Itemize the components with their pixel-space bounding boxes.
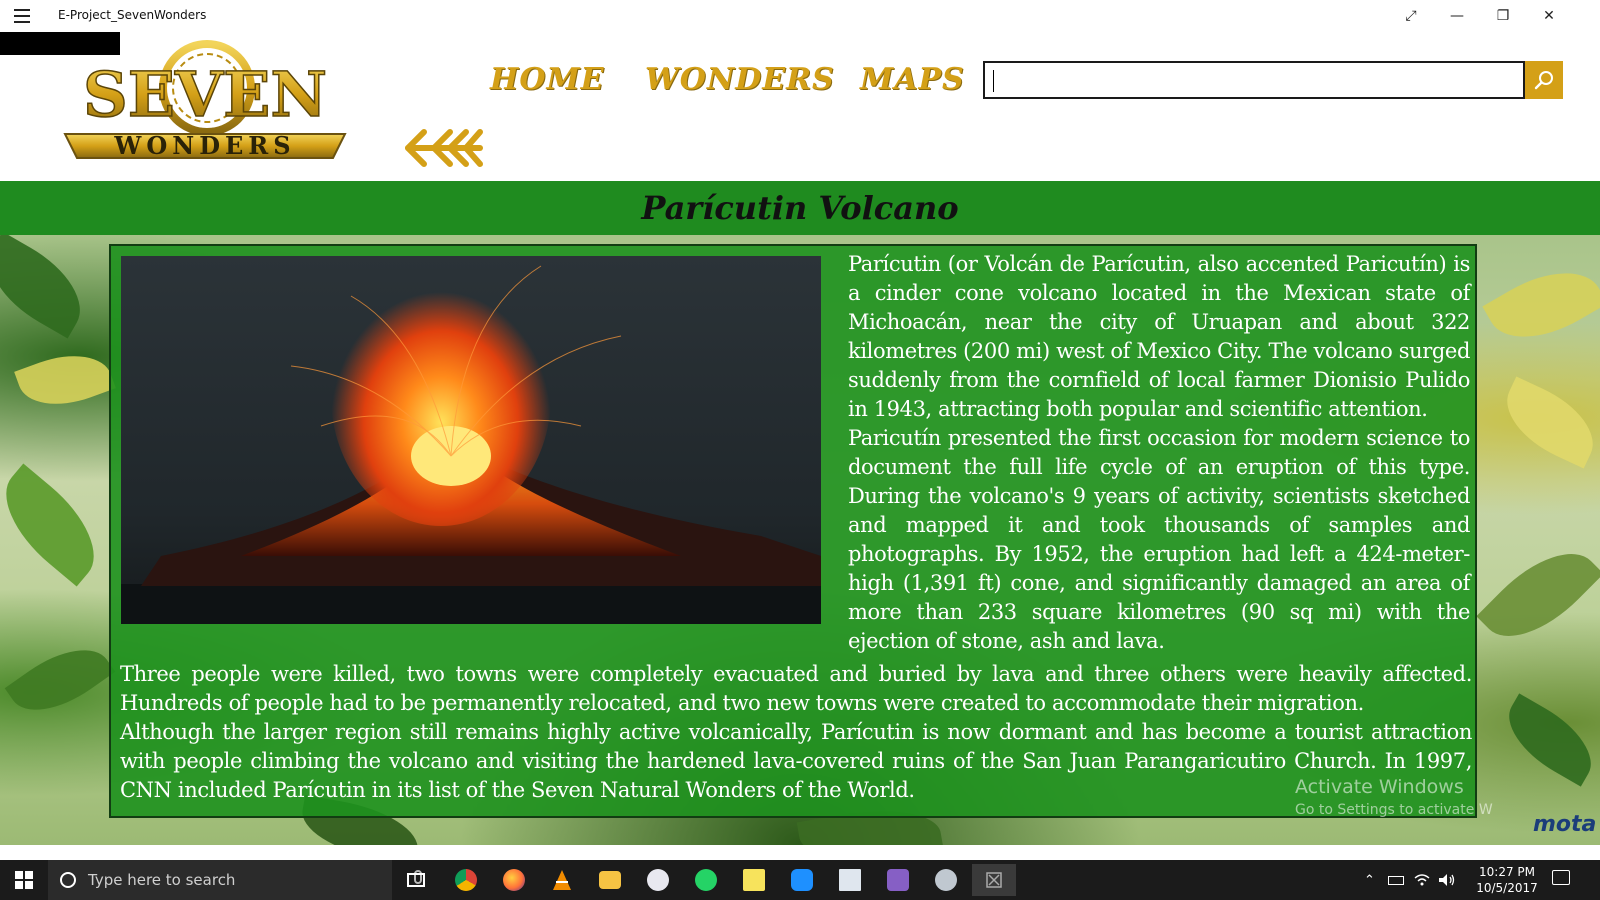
paragraph-impact: Three people were killed, two towns were… (120, 662, 1472, 715)
firefox-icon[interactable] (492, 864, 536, 896)
nav-home[interactable]: HOME (490, 62, 605, 97)
chrome-icon[interactable] (444, 864, 488, 896)
taskbar-clock[interactable]: 10:27 PM 10/5/2017 (1472, 864, 1542, 896)
fullscreen-icon[interactable]: ⤢ (1388, 0, 1434, 32)
leaf-decoration (0, 463, 116, 587)
hamburger-menu-icon[interactable] (14, 9, 30, 23)
content-panel: Parícutin (or Volcán de Parícutin, also … (109, 244, 1477, 818)
mota-logo: mota (1533, 812, 1597, 837)
leaf-decoration (1493, 376, 1600, 469)
paragraph-science: Paricutín presented the first occasion f… (848, 426, 1470, 653)
show-hidden-icons-icon[interactable]: ⌃ (1364, 860, 1375, 900)
leaf-decoration (1476, 531, 1600, 659)
window-app-icon[interactable] (828, 864, 872, 896)
taskbar-search-box[interactable]: Type here to search (48, 860, 422, 900)
paragraph-tourism: Although the larger region still remains… (120, 720, 1472, 802)
leaf-decoration (4, 630, 116, 730)
leaf-decoration (0, 235, 98, 339)
seven-wonders-logo[interactable]: SEVEN WONDERS (55, 38, 355, 160)
windows-taskbar: Type here to search ⌃ 10:27 PM 10/5/2017 (0, 860, 1600, 900)
page-title: Parícutin Volcano (641, 189, 959, 227)
active-app-icon[interactable] (972, 864, 1016, 896)
watermark-line-1: Activate Windows (1295, 776, 1464, 798)
taskbar-search-placeholder: Type here to search (88, 871, 236, 889)
windows-logo-icon (15, 871, 33, 889)
leaf-decoration (1482, 251, 1600, 359)
search-button[interactable] (1525, 61, 1563, 99)
close-button[interactable]: ✕ (1526, 0, 1572, 32)
description-text-right: Parícutin (or Volcán de Parícutin, also … (848, 250, 1470, 656)
back-arrow-icon[interactable] (404, 124, 484, 172)
watermark-line-2: Go to Settings to activate W (1295, 802, 1493, 818)
vlc-icon[interactable] (540, 864, 584, 896)
start-button[interactable] (0, 860, 48, 900)
activate-windows-watermark: Activate Windows Go to Settings to activ… (1295, 776, 1493, 818)
logo-word-top: SEVEN (83, 58, 327, 131)
logo-word-bottom: WONDERS (113, 131, 295, 160)
search-input[interactable] (983, 61, 1525, 99)
window-title-bar: E-Project_SevenWonders ⤢ — ❐ ✕ (0, 0, 1600, 32)
volcano-photo (121, 256, 821, 624)
title-banner: Parícutin Volcano (0, 181, 1600, 235)
cortana-icon (60, 872, 76, 888)
file-explorer-icon[interactable] (588, 864, 632, 896)
paint-palette-icon[interactable] (924, 864, 968, 896)
text-caret (993, 70, 994, 92)
battery-icon[interactable] (1388, 860, 1404, 900)
action-center-icon[interactable] (1552, 870, 1570, 885)
sticky-notes-icon[interactable] (732, 864, 776, 896)
nav-maps[interactable]: MAPS (860, 62, 965, 97)
task-view-icon[interactable] (394, 864, 438, 896)
visual-studio-icon[interactable] (876, 864, 920, 896)
leaf-decoration (1494, 693, 1600, 787)
description-text-bottom: Three people were killed, two towns were… (120, 660, 1472, 805)
clock-time: 10:27 PM (1479, 865, 1535, 879)
messenger-icon[interactable] (780, 864, 824, 896)
nav-wonders[interactable]: WONDERS (645, 62, 835, 97)
paint-icon[interactable] (636, 864, 680, 896)
wifi-icon[interactable] (1414, 860, 1430, 900)
search-icon (1534, 71, 1553, 90)
clock-date: 10/5/2017 (1476, 881, 1538, 895)
minimize-button[interactable]: — (1434, 0, 1480, 32)
window-title: E-Project_SevenWonders (58, 8, 207, 22)
restore-button[interactable]: ❐ (1480, 0, 1526, 32)
whatsapp-icon[interactable] (684, 864, 728, 896)
leaf-decoration (14, 341, 116, 419)
paragraph-intro: Parícutin (or Volcán de Parícutin, also … (848, 252, 1470, 421)
volume-icon[interactable] (1438, 860, 1456, 900)
